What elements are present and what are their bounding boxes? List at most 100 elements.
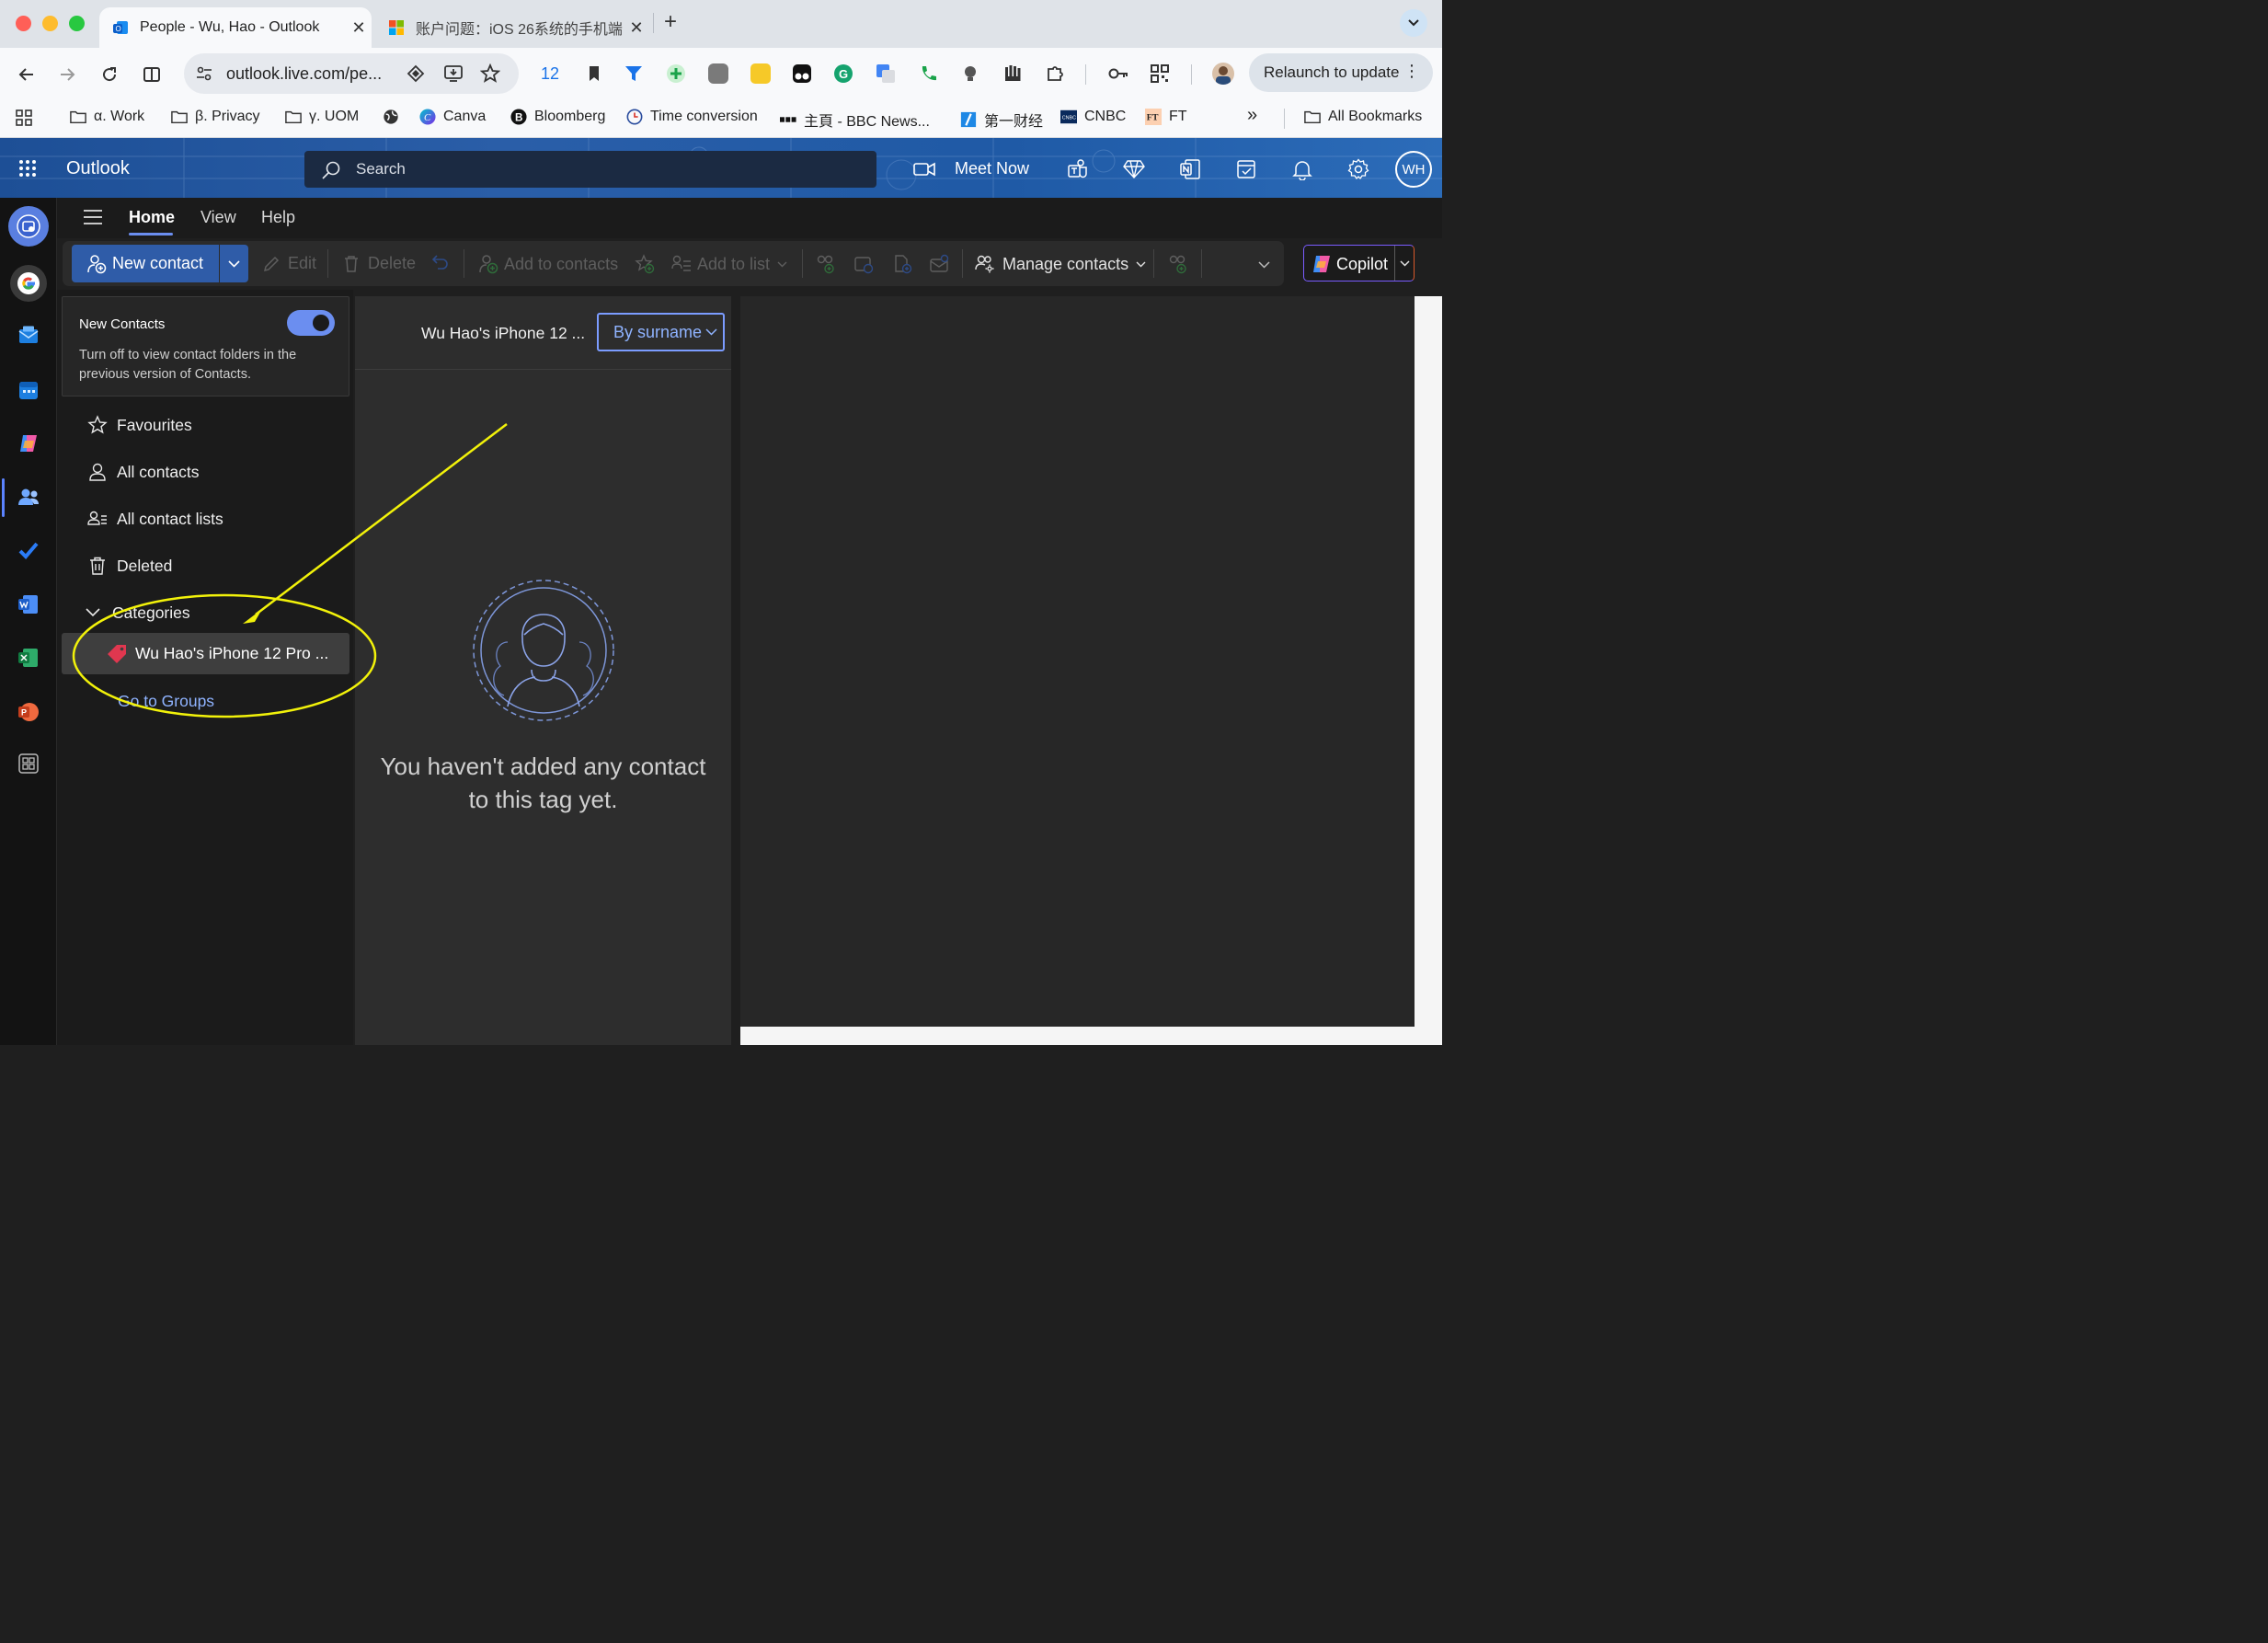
close-tab-icon[interactable]: ✕: [624, 18, 649, 38]
new-contact-button[interactable]: New contact: [72, 245, 219, 282]
apps-grid-icon[interactable]: [15, 109, 33, 127]
app-name[interactable]: Outlook: [66, 158, 130, 179]
add-to-list-button[interactable]: Add to list: [671, 254, 787, 274]
bookmark-privacy[interactable]: β. Privacy: [171, 109, 260, 125]
new-tab-button[interactable]: +: [664, 9, 677, 35]
nav-all-contacts[interactable]: All contacts: [62, 452, 349, 492]
email-contact-button[interactable]: [929, 254, 949, 274]
mail-app-icon[interactable]: [17, 325, 40, 347]
line-extension-icon[interactable]: [708, 63, 728, 84]
rail-google-app[interactable]: [10, 265, 47, 302]
bookmark-cnbc[interactable]: CNBC CNBC: [1060, 109, 1126, 125]
video-camera-icon[interactable]: [913, 158, 935, 180]
nav-all-contact-lists[interactable]: All contact lists: [62, 499, 349, 539]
new-contacts-toggle[interactable]: [287, 310, 335, 336]
bookmarks-overflow-button[interactable]: »: [1247, 105, 1257, 126]
add-favourite-button[interactable]: [635, 254, 655, 274]
bookmark-extension-icon[interactable]: [584, 63, 604, 84]
nav-favourites[interactable]: Favourites: [62, 405, 349, 445]
phone-extension-icon[interactable]: [918, 63, 938, 84]
todo-app-icon[interactable]: [17, 539, 40, 561]
bookmark-yicai[interactable]: 第一财经: [960, 109, 1043, 131]
close-window-button[interactable]: [16, 16, 31, 31]
delete-button[interactable]: Delete: [342, 254, 416, 273]
bookmark-ft[interactable]: FT FT: [1145, 109, 1187, 125]
relaunch-to-update-button[interactable]: Relaunch to update ⋮: [1249, 53, 1433, 92]
go-to-groups-link[interactable]: Go to Groups: [118, 692, 214, 711]
all-bookmarks-button[interactable]: All Bookmarks: [1304, 109, 1422, 125]
plus-extension-icon[interactable]: [666, 63, 686, 84]
back-button[interactable]: [13, 61, 40, 88]
lightbulb-extension-icon[interactable]: [960, 63, 980, 84]
sticky-notes-extension-icon[interactable]: [750, 63, 771, 84]
categories-header[interactable]: Categories: [62, 592, 349, 633]
tab-outlook-people[interactable]: O People - Wu, Hao - Outlook ✕: [99, 7, 372, 48]
meet-now-button[interactable]: Meet Now: [955, 159, 1029, 178]
bookmark-star-icon[interactable]: [480, 63, 500, 84]
add-to-contacts-button[interactable]: Add to contacts: [478, 254, 618, 274]
category-item-iphone[interactable]: Wu Hao's iPhone 12 Pro ...: [62, 633, 349, 674]
undo-button[interactable]: [432, 254, 449, 270]
qr-code-icon[interactable]: [1150, 63, 1170, 84]
tampermonkey-extension-icon[interactable]: [792, 63, 812, 84]
puzzle-extensions-icon[interactable]: [1045, 63, 1065, 84]
notifications-bell-icon[interactable]: [1291, 158, 1313, 180]
forward-button[interactable]: [53, 61, 81, 88]
manage-contacts-button[interactable]: Manage contacts: [975, 254, 1146, 274]
tab-account-issue[interactable]: 账户问题：iOS 26系统的手机端 ✕: [375, 7, 649, 48]
excel-app-icon[interactable]: [17, 647, 40, 669]
address-bar[interactable]: outlook.live.com/pe...: [184, 53, 519, 94]
maximize-window-button[interactable]: [69, 16, 85, 31]
chevron-down-icon[interactable]: [1400, 260, 1410, 267]
my-day-icon[interactable]: [1236, 158, 1258, 180]
new-contact-dropdown[interactable]: [220, 245, 248, 282]
contact-card-button[interactable]: [853, 254, 874, 274]
tab-home[interactable]: Home: [129, 208, 175, 227]
account-avatar[interactable]: WH: [1395, 151, 1432, 188]
bookmark-bloomberg[interactable]: B Bloomberg: [510, 109, 605, 125]
sort-dropdown[interactable]: By surname: [597, 313, 725, 351]
hamburger-menu-icon[interactable]: [83, 209, 103, 225]
filter-extension-icon[interactable]: [624, 63, 644, 84]
people-app-icon[interactable]: [17, 486, 40, 508]
more-apps-icon[interactable]: [17, 753, 40, 775]
share-contact-button[interactable]: [815, 254, 835, 274]
grammarly-extension-icon[interactable]: G: [833, 63, 853, 84]
more-menu-icon[interactable]: ⋮: [1403, 62, 1420, 81]
reload-button[interactable]: [96, 61, 123, 88]
bookmark-globe[interactable]: [383, 109, 407, 125]
bookmark-work[interactable]: α. Work: [70, 109, 144, 125]
powerpoint-app-icon[interactable]: P: [17, 701, 40, 723]
settings-gear-icon[interactable]: [1347, 158, 1369, 180]
app-launcher-icon[interactable]: [18, 159, 37, 178]
rail-copilot-app[interactable]: [8, 206, 49, 247]
extension-badge-count[interactable]: 12: [541, 64, 559, 84]
hand-extension-icon[interactable]: [1002, 63, 1023, 84]
bookmark-uom[interactable]: γ. UOM: [285, 109, 359, 125]
install-app-icon[interactable]: [443, 64, 464, 83]
tab-search-button[interactable]: [1400, 9, 1427, 37]
search-box[interactable]: Search: [304, 151, 876, 188]
ribbon-overflow-button[interactable]: [1258, 261, 1270, 269]
edit-button[interactable]: Edit: [262, 254, 316, 273]
lens-icon[interactable]: [407, 64, 425, 83]
profile-avatar[interactable]: [1212, 63, 1234, 85]
google-translate-extension-icon[interactable]: [876, 63, 896, 84]
premium-diamond-icon[interactable]: [1123, 158, 1145, 180]
minimize-window-button[interactable]: [42, 16, 58, 31]
word-app-icon[interactable]: [17, 593, 40, 615]
split-view-button[interactable]: [138, 61, 166, 88]
site-settings-icon[interactable]: [195, 64, 213, 83]
close-tab-icon[interactable]: ✕: [346, 18, 372, 38]
password-key-icon[interactable]: [1107, 63, 1128, 84]
bookmark-canva[interactable]: C Canva: [419, 109, 486, 125]
nav-deleted[interactable]: Deleted: [62, 546, 349, 586]
copilot-button[interactable]: Copilot: [1303, 245, 1415, 281]
group-add-button[interactable]: [1167, 254, 1187, 274]
tab-view[interactable]: View: [200, 208, 236, 227]
copilot-app-icon[interactable]: [17, 432, 40, 454]
export-contact-button[interactable]: [892, 254, 912, 274]
teams-icon[interactable]: [1067, 158, 1089, 180]
onenote-icon[interactable]: [1179, 158, 1201, 180]
bookmark-bbc[interactable]: 主頁 - BBC News...: [780, 109, 930, 131]
